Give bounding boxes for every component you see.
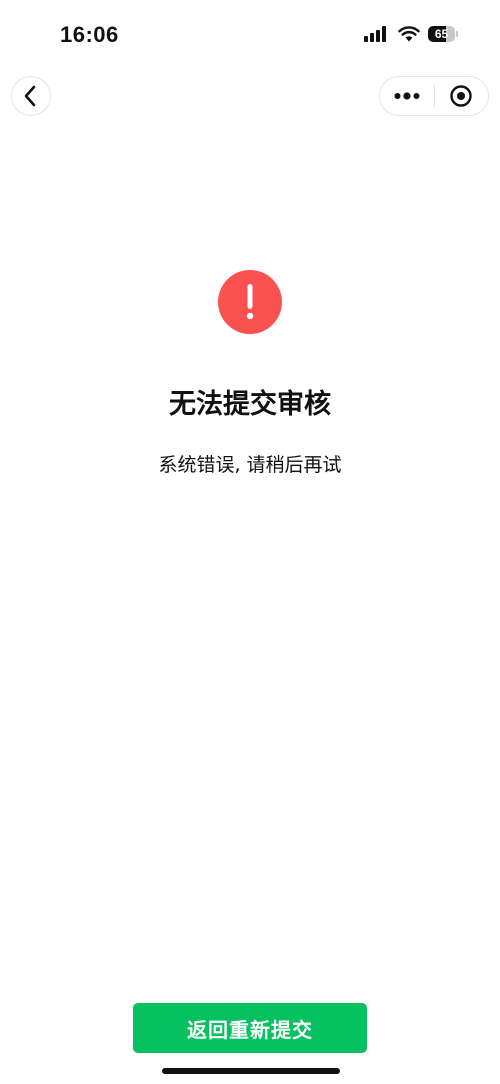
chevron-left-icon bbox=[24, 85, 36, 107]
home-indicator bbox=[162, 1068, 340, 1074]
result-message: 系统错误, 请稍后再试 bbox=[158, 454, 342, 476]
battery-cap bbox=[456, 31, 458, 37]
wifi-icon bbox=[398, 26, 420, 42]
status-time: 16:06 bbox=[60, 22, 119, 47]
status-icons: 65 bbox=[364, 26, 458, 42]
back-button[interactable] bbox=[11, 76, 51, 116]
battery-level: 65 bbox=[434, 27, 449, 41]
signal-icon bbox=[364, 26, 386, 42]
battery-icon: 65 bbox=[428, 26, 458, 42]
more-dots-icon bbox=[394, 92, 420, 100]
error-icon-circle bbox=[218, 270, 282, 334]
close-miniprogram-button[interactable] bbox=[435, 77, 488, 115]
result-title: 无法提交审核 bbox=[169, 389, 331, 420]
target-close-icon bbox=[450, 85, 473, 107]
exclamation-icon bbox=[246, 284, 254, 320]
error-result-screen: 16:06 65 无法提交审核 系统错误, 请稍后再试 返回重新提交 bbox=[0, 0, 500, 1084]
battery-body: 65 bbox=[428, 26, 456, 42]
more-button[interactable] bbox=[380, 77, 434, 115]
capsule-menu bbox=[379, 76, 489, 116]
resubmit-button[interactable]: 返回重新提交 bbox=[133, 1003, 367, 1053]
status-bar: 16:06 65 bbox=[0, 0, 500, 70]
